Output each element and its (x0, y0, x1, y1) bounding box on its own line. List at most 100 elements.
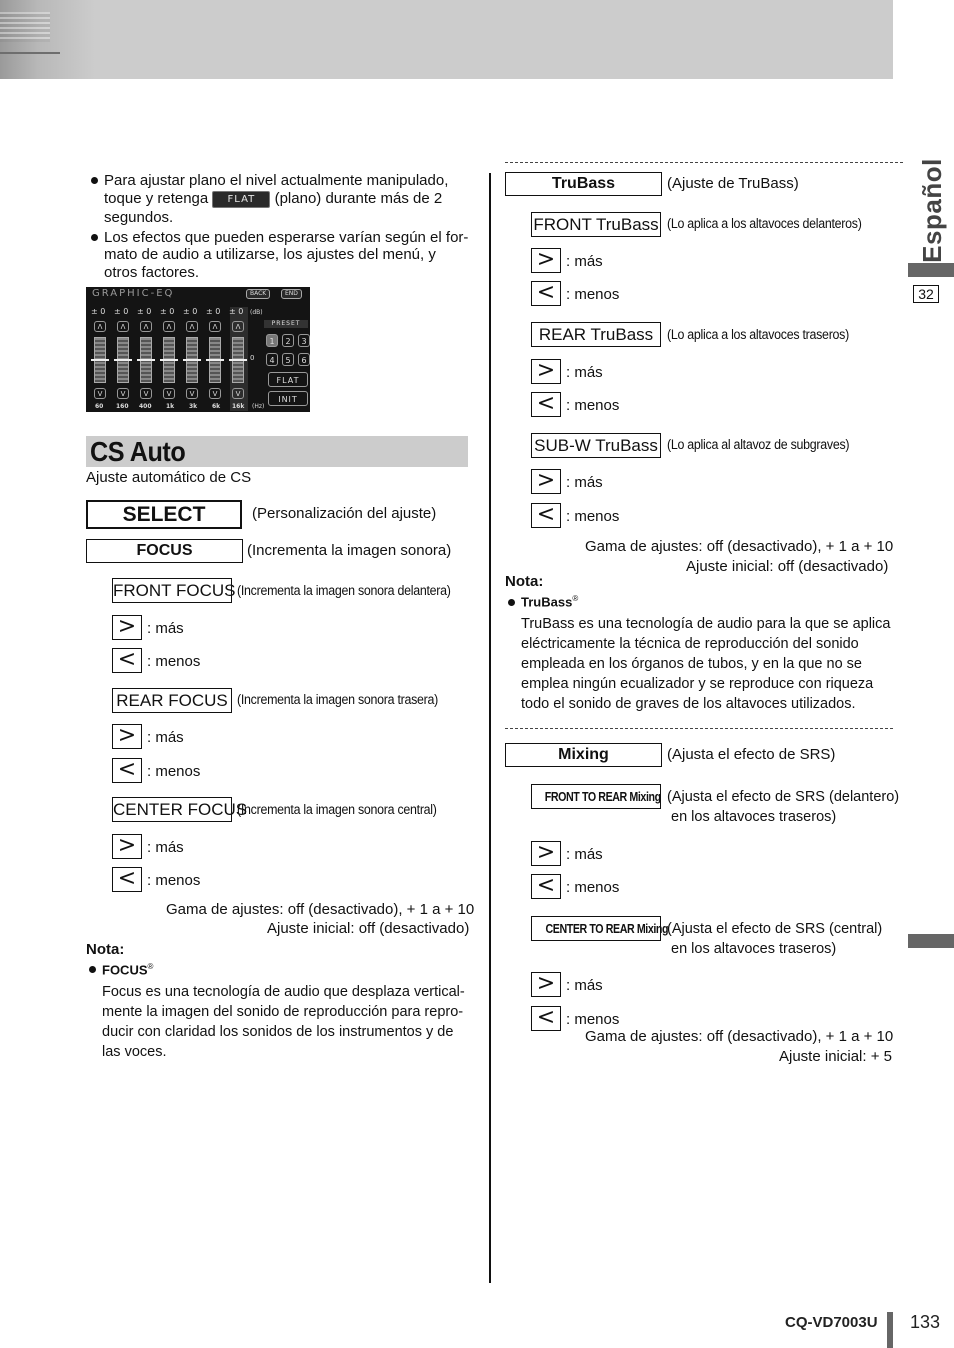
more-arrow-icon[interactable]: > (531, 359, 561, 384)
side-bar-top (908, 263, 954, 277)
focus-initial: Ajuste inicial: off (desactivado) (267, 920, 470, 937)
less-arrow-icon[interactable]: < (112, 648, 142, 673)
more-arrow-icon[interactable]: > (112, 724, 142, 749)
eq-slider-knob[interactable] (229, 359, 247, 361)
rear-trubass-button[interactable]: REAR TruBass (531, 322, 661, 347)
side-bar-bottom (908, 934, 954, 948)
front-focus-button[interactable]: FRONT FOCUS (112, 578, 235, 603)
eq-down-button[interactable]: V (209, 388, 221, 399)
eq-down-button[interactable]: V (117, 388, 129, 399)
sub-w-trubass-button[interactable]: SUB-W TruBass (531, 433, 661, 458)
note-body: TruBass es una tecnología de audio para … (521, 614, 893, 714)
eq-title: GRAPHIC-EQ (92, 288, 175, 299)
eq-value: ± 0 (114, 307, 129, 316)
eq-up-button[interactable]: Λ (232, 321, 244, 332)
eq-down-button[interactable]: V (163, 388, 175, 399)
note-line: TruBass es una tecnología de audio para … (521, 616, 891, 632)
note-title: Nota: (86, 941, 125, 958)
front-trubass-desc: (Lo aplica a los altavoces delanteros) (667, 216, 862, 231)
less-label: : menos (147, 653, 201, 670)
eq-slider-knob[interactable] (183, 359, 201, 361)
less-arrow-icon[interactable]: < (531, 1006, 561, 1031)
footer-divider (887, 1312, 893, 1348)
eq-preset-button[interactable]: 1 (266, 334, 278, 347)
eq-preset-button[interactable]: 4 (266, 353, 278, 366)
note-line: empleada en los órganos de tubos, y en l… (521, 656, 862, 672)
trubass-desc: (Ajuste de TruBass) (667, 175, 799, 192)
eq-preset-button[interactable]: 2 (282, 334, 294, 347)
eq-preset-button[interactable]: 5 (282, 353, 294, 366)
note-line: mente la imagen del sonido de reproducci… (102, 1004, 464, 1020)
trubass-range: Gama de ajustes: off (desactivado), + 1 … (585, 538, 894, 555)
eq-flat-button[interactable]: FLAT (268, 372, 308, 387)
note-body: Focus es una tecnología de audio que des… (102, 982, 472, 1062)
dashed-separator (505, 162, 903, 163)
eq-up-button[interactable]: Λ (140, 321, 152, 332)
eq-slider-knob[interactable] (206, 359, 224, 361)
less-arrow-icon[interactable]: < (112, 867, 142, 892)
eq-preset-button[interactable]: 6 (298, 353, 310, 366)
bullet-icon (91, 234, 98, 241)
model-number: CQ-VD7003U (785, 1314, 878, 1331)
eq-freq-label: 60 (95, 403, 104, 410)
front-trubass-button[interactable]: FRONT TruBass (531, 212, 661, 237)
language-tab: Español (906, 158, 947, 263)
eq-init-button[interactable]: INIT (268, 391, 308, 406)
rear-focus-button[interactable]: REAR FOCUS (112, 688, 232, 713)
section-number: 32 (913, 285, 939, 303)
mixing-button[interactable]: Mixing (505, 743, 662, 767)
eq-down-button[interactable]: V (140, 388, 152, 399)
select-button[interactable]: SELECT (86, 500, 242, 529)
note-item-label: FOCUS (102, 962, 148, 978)
more-arrow-icon[interactable]: > (531, 248, 561, 273)
less-label: : menos (566, 286, 620, 303)
focus-desc: (Incrementa la imagen sonora) (247, 542, 452, 559)
eq-freq-label: 1k (166, 403, 175, 410)
more-arrow-icon[interactable]: > (112, 615, 142, 640)
flat-button[interactable]: FLAT (212, 190, 271, 208)
center-to-rear-mixing-button[interactable]: CENTER TO REAR Mixing (531, 916, 669, 941)
less-arrow-icon[interactable]: < (531, 281, 561, 306)
eq-up-button[interactable]: Λ (117, 321, 129, 332)
eq-end-button[interactable]: END (281, 289, 302, 299)
section-heading: CS Auto (86, 436, 468, 467)
eq-slider-knob[interactable] (160, 359, 178, 361)
more-label: : más (566, 253, 603, 270)
more-arrow-icon[interactable]: > (531, 469, 561, 494)
less-arrow-icon[interactable]: < (531, 503, 561, 528)
eq-up-button[interactable]: Λ (94, 321, 106, 332)
eq-freq-label: 16k (232, 403, 245, 410)
focus-button[interactable]: FOCUS (86, 539, 243, 563)
eq-back-button[interactable]: BACK (246, 289, 271, 299)
trubass-button[interactable]: TruBass (505, 172, 662, 196)
front-to-rear-mixing-button[interactable]: FRONT TO REAR Mixing (531, 784, 661, 809)
less-arrow-icon[interactable]: < (531, 874, 561, 899)
rear-trubass-desc: (Lo aplica a los altavoces traseros) (667, 327, 849, 342)
more-arrow-icon[interactable]: > (531, 972, 561, 997)
center-focus-button[interactable]: CENTER FOCUS (112, 797, 247, 822)
eq-down-button[interactable]: V (186, 388, 198, 399)
center-to-rear-desc-2: en los altavoces traseros) (671, 941, 837, 957)
eq-up-button[interactable]: Λ (186, 321, 198, 332)
eq-down-button[interactable]: V (232, 388, 244, 399)
more-arrow-icon[interactable]: > (531, 841, 561, 866)
eq-up-button[interactable]: Λ (163, 321, 175, 332)
eq-slider-knob[interactable] (114, 359, 132, 361)
more-arrow-icon[interactable]: > (112, 834, 142, 859)
front-focus-desc: (Incrementa la imagen sonora delantera) (237, 583, 451, 598)
less-arrow-icon[interactable]: < (531, 392, 561, 417)
note-line: eléctricamente la técnica de reproducció… (521, 636, 859, 652)
eq-slider-knob[interactable] (137, 359, 155, 361)
less-label: : menos (147, 872, 201, 889)
less-arrow-icon[interactable]: < (112, 758, 142, 783)
header-photo (0, 0, 95, 79)
eq-value: ± 0 (183, 307, 198, 316)
eq-up-button[interactable]: Λ (209, 321, 221, 332)
less-label: : menos (566, 397, 620, 414)
eq-down-button[interactable]: V (94, 388, 106, 399)
eq-slider-knob[interactable] (91, 359, 109, 361)
eq-preset-button[interactable]: 3 (298, 334, 310, 347)
section-subtitle: Ajuste automático de CS (86, 469, 252, 486)
eq-value: ± 0 (137, 307, 152, 316)
note-line: Focus es una tecnología de audio que des… (102, 984, 465, 1000)
